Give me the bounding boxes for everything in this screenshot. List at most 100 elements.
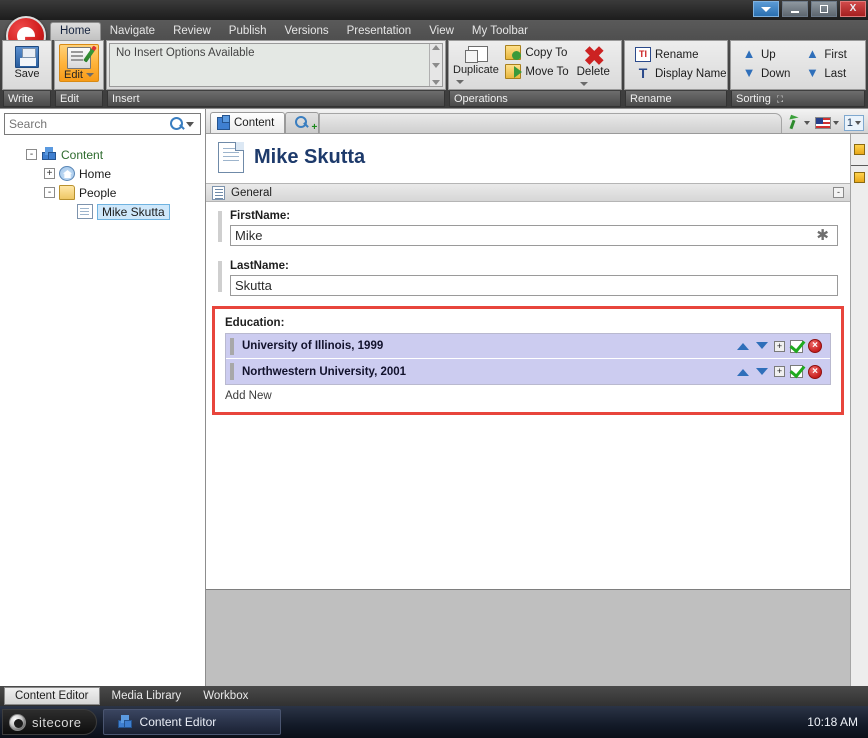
- content-tab-bar: Content + 1: [206, 109, 868, 134]
- app-tab-workbox[interactable]: Workbox: [193, 688, 258, 704]
- sort-up-button[interactable]: ▲ Up: [738, 46, 793, 63]
- green-cursor-icon[interactable]: [788, 116, 802, 130]
- taskbar-item-content-editor[interactable]: Content Editor: [102, 709, 281, 735]
- save-icon: [15, 46, 39, 68]
- sort-down-label: Down: [761, 67, 791, 80]
- move-up-icon[interactable]: [736, 339, 750, 353]
- remove-icon[interactable]: ×: [808, 339, 822, 353]
- rename-label: Rename: [655, 48, 699, 61]
- validation-marker-icon[interactable]: [854, 172, 865, 183]
- sort-first-button[interactable]: ▲ First: [801, 46, 849, 63]
- chevron-down-icon: [761, 6, 771, 12]
- move-to-icon: [505, 64, 523, 79]
- tree-item-home[interactable]: + Home: [8, 164, 205, 183]
- tree-expander[interactable]: -: [26, 149, 37, 160]
- move-up-icon[interactable]: [736, 365, 750, 379]
- section-header-general[interactable]: General -: [206, 183, 850, 202]
- education-list-item[interactable]: Northwestern University, 2001 + ×: [226, 359, 830, 384]
- app-tab-content-editor[interactable]: Content Editor: [4, 687, 100, 705]
- chevron-down-icon[interactable]: [832, 121, 839, 125]
- display-name-button[interactable]: T Display Name: [632, 65, 730, 82]
- delete-x-icon: ✖: [583, 41, 606, 71]
- start-button[interactable]: sitecore: [2, 709, 97, 735]
- delete-button[interactable]: ✖ Delete: [572, 41, 617, 90]
- ribbon-tab-versions[interactable]: Versions: [276, 23, 338, 40]
- ribbon-tab-presentation[interactable]: Presentation: [338, 23, 421, 40]
- field-lastname-input[interactable]: Skutta: [230, 275, 838, 296]
- dialog-launcher-icon[interactable]: ⛶: [777, 94, 783, 104]
- ribbon-tab-review[interactable]: Review: [164, 23, 220, 40]
- search-bar[interactable]: [4, 113, 201, 135]
- ribbon-tab-navigate[interactable]: Navigate: [101, 23, 164, 40]
- chevron-down-icon[interactable]: [186, 121, 194, 127]
- copy-to-label: Copy To: [525, 46, 568, 59]
- save-button[interactable]: Save: [7, 44, 47, 80]
- content-tab-tools: 1: [782, 115, 868, 133]
- edit-check-icon[interactable]: [790, 365, 803, 378]
- sort-down-button[interactable]: ▼ Down: [738, 65, 793, 82]
- clock: 10:18 AM: [807, 715, 858, 729]
- remove-icon[interactable]: ×: [808, 364, 822, 379]
- content-tab-search[interactable]: +: [285, 112, 320, 133]
- move-to-button[interactable]: Move To: [502, 63, 571, 80]
- add-new-link[interactable]: Add New: [225, 390, 831, 402]
- page-title: Mike Skutta: [254, 146, 366, 168]
- double-arrow-down-icon: ▼: [805, 65, 819, 80]
- insert-scrollbar[interactable]: [429, 44, 442, 86]
- education-item-name: University of Illinois, 1999: [242, 340, 384, 352]
- scroll-up-icon[interactable]: [432, 45, 440, 50]
- sort-last-button[interactable]: ▼ Last: [801, 65, 849, 82]
- drag-handle-icon[interactable]: [230, 363, 234, 380]
- document-header: Mike Skutta: [206, 134, 850, 183]
- tree-item-mike-skutta[interactable]: Mike Skutta: [8, 202, 205, 221]
- ribbon-tab-publish[interactable]: Publish: [220, 23, 276, 40]
- copy-to-button[interactable]: Copy To: [502, 44, 571, 61]
- sort-up-label: Up: [761, 48, 776, 61]
- tree-item-content[interactable]: - Content: [8, 145, 205, 164]
- save-button-label: Save: [14, 68, 40, 80]
- edit-button[interactable]: Edit: [59, 44, 99, 82]
- scroll-down-icon[interactable]: [432, 62, 440, 68]
- rename-button[interactable]: TI Rename: [632, 46, 730, 63]
- insert-options-list[interactable]: No Insert Options Available: [109, 43, 443, 87]
- edit-check-icon[interactable]: [790, 339, 803, 353]
- scroll-more-icon[interactable]: [432, 80, 440, 85]
- tree-expander[interactable]: +: [44, 168, 55, 179]
- ribbon-group-sorting-label: Sorting ⛶: [731, 91, 865, 107]
- ribbon-tab-view[interactable]: View: [420, 23, 463, 40]
- expand-icon[interactable]: +: [774, 340, 785, 352]
- minimize-button[interactable]: [782, 1, 808, 17]
- move-down-icon[interactable]: [755, 365, 769, 379]
- duplicate-button[interactable]: Duplicate: [453, 44, 499, 88]
- collapse-section-button[interactable]: -: [833, 187, 844, 198]
- education-item-name: Northwestern University, 2001: [242, 365, 407, 378]
- validation-marker-icon[interactable]: [854, 144, 865, 155]
- chevron-down-icon[interactable]: [803, 121, 810, 125]
- tree-item-label: Mike Skutta: [97, 203, 170, 220]
- chevron-down-icon[interactable]: [855, 121, 861, 125]
- ribbon-tab-home[interactable]: Home: [50, 22, 101, 40]
- ribbon-group-sorting-text: Sorting: [736, 93, 771, 105]
- sort-first-label: First: [824, 48, 847, 61]
- move-down-icon[interactable]: [755, 339, 769, 353]
- sort-last-label: Last: [824, 67, 847, 80]
- search-input[interactable]: [5, 117, 168, 131]
- field-firstname-input[interactable]: Mike ✱: [230, 225, 838, 246]
- ribbon-groups: Save Write Edit Edit No Insert Options A…: [2, 40, 866, 107]
- drag-handle-icon[interactable]: [230, 337, 234, 355]
- expand-icon[interactable]: +: [774, 366, 785, 377]
- tree-item-people[interactable]: - People: [8, 183, 205, 202]
- education-list-item[interactable]: University of Illinois, 1999 + ×: [226, 334, 830, 359]
- search-icon[interactable]: [168, 115, 184, 133]
- content-tab-content[interactable]: Content: [210, 112, 286, 133]
- arrow-down-icon: ▼: [742, 65, 756, 80]
- close-button[interactable]: X: [840, 1, 866, 17]
- maximize-button[interactable]: [811, 1, 837, 17]
- us-flag-icon[interactable]: [814, 117, 831, 129]
- app-tab-media-library[interactable]: Media Library: [102, 688, 192, 704]
- window-dropdown-button[interactable]: [753, 1, 779, 17]
- version-selector[interactable]: 1: [843, 115, 864, 131]
- content-tree-panel: - Content + Home - People Mike Skutta: [0, 108, 206, 686]
- tree-expander[interactable]: -: [44, 187, 55, 198]
- ribbon-tab-my-toolbar[interactable]: My Toolbar: [463, 23, 537, 40]
